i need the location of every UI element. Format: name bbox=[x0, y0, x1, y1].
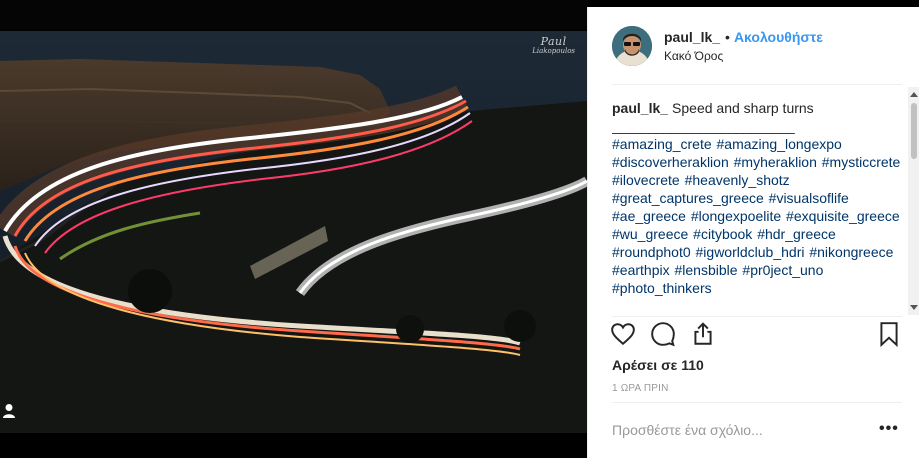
scroll-up-arrow[interactable] bbox=[910, 92, 918, 97]
backdrop bbox=[0, 0, 588, 30]
separator-dot: • bbox=[725, 29, 730, 45]
caption-text: Speed and sharp turns bbox=[672, 100, 814, 116]
backdrop-bottom bbox=[0, 433, 588, 458]
post-actions bbox=[588, 319, 919, 359]
comment-divider bbox=[612, 402, 902, 403]
photo-watermark: Paul Liakopoulos bbox=[532, 35, 575, 55]
header-user-line: paul_lk_ • Ακολουθήστε bbox=[664, 29, 823, 45]
location-link[interactable]: Κακό Όρος bbox=[664, 49, 723, 63]
scroll-thumb[interactable] bbox=[911, 103, 917, 159]
likes-count[interactable]: Αρέσει σε 110 bbox=[612, 357, 704, 373]
comment-input[interactable] bbox=[612, 422, 852, 438]
username-link[interactable]: paul_lk_ bbox=[664, 29, 720, 45]
post-timestamp[interactable]: 1 ΩΡΑ ΠΡΙΝ bbox=[612, 383, 669, 394]
post-photo[interactable]: Paul Liakopoulos bbox=[0, 31, 587, 433]
post-header: paul_lk_ • Ακολουθήστε Κακό Όρος bbox=[588, 7, 919, 85]
more-options-icon[interactable]: ••• bbox=[879, 421, 899, 437]
bookmark-icon[interactable] bbox=[876, 321, 902, 348]
person-icon[interactable] bbox=[2, 403, 16, 419]
actions-divider bbox=[612, 316, 902, 317]
post-side-panel: paul_lk_ • Ακολουθήστε Κακό Όρος paul_lk_ S… bbox=[587, 7, 919, 458]
caption-rule: _________________________ bbox=[612, 118, 795, 134]
comment-icon[interactable] bbox=[650, 321, 676, 347]
scroll-down-arrow[interactable] bbox=[910, 305, 918, 310]
caption-scrollbar[interactable] bbox=[908, 87, 919, 315]
heart-icon[interactable] bbox=[610, 321, 636, 347]
avatar[interactable] bbox=[612, 26, 652, 66]
caption-area: paul_lk_ Speed and sharp turns __________… bbox=[612, 99, 902, 313]
light-trails-photo bbox=[0, 31, 587, 433]
caption-hashtags[interactable]: #amazing_crete #amazing_longexpo #discov… bbox=[612, 135, 902, 297]
header-divider bbox=[612, 84, 902, 85]
follow-button[interactable]: Ακολουθήστε bbox=[734, 29, 823, 45]
caption-username[interactable]: paul_lk_ bbox=[612, 100, 668, 116]
share-icon[interactable] bbox=[690, 321, 716, 347]
